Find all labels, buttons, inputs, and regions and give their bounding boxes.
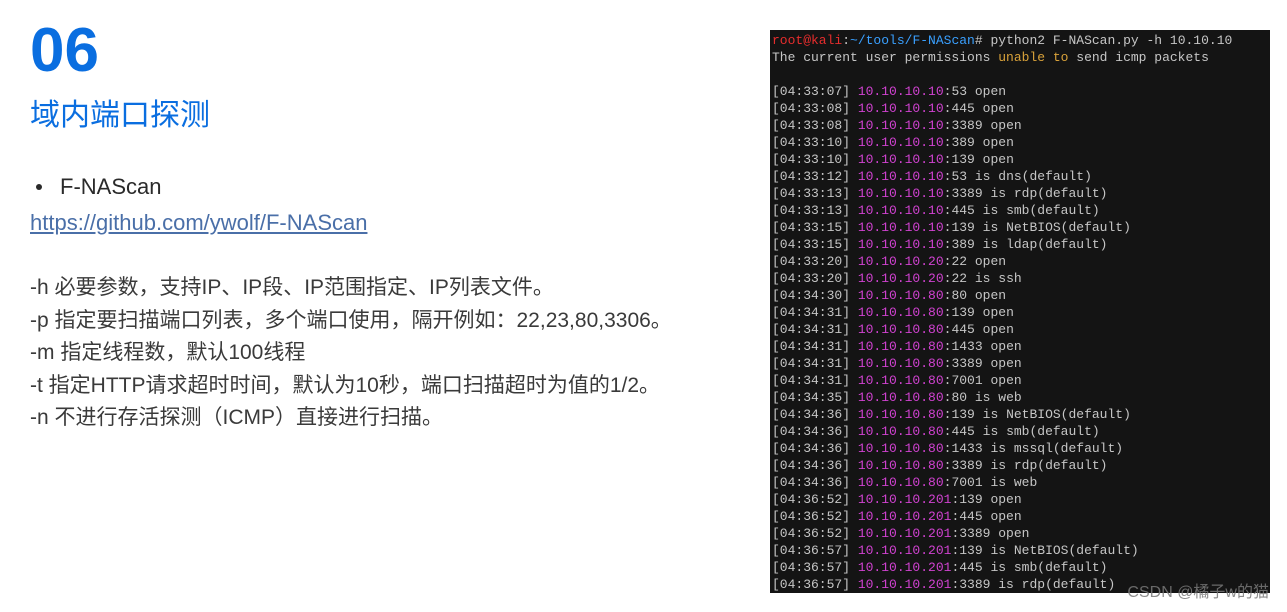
param-line: -n 不进行存活探测（ICMP）直接进行扫描。 [30,402,740,435]
tool-bullet: F-NAScan [30,174,740,200]
tool-link[interactable]: https://github.com/ywolf/F-NAScan [30,210,367,236]
tool-name: F-NAScan [60,174,161,200]
page-root: 06 域内端口探测 F-NAScan https://github.com/yw… [0,0,1287,612]
param-list: -h 必要参数，支持IP、IP段、IP范围指定、IP列表文件。-p 指定要扫描端… [30,272,740,435]
slide-content: 06 域内端口探测 F-NAScan https://github.com/yw… [0,0,770,612]
section-title: 域内端口探测 [30,90,740,134]
section-number: 06 [30,20,740,82]
terminal-output: root@kali:~/tools/F-NAScan# python2 F-NA… [770,30,1270,593]
bullet-icon [36,184,42,190]
param-line: -p 指定要扫描端口列表，多个端口使用，隔开例如：22,23,80,3306。 [30,305,740,338]
terminal-wrapper: root@kali:~/tools/F-NAScan# python2 F-NA… [770,0,1287,612]
param-line: -h 必要参数，支持IP、IP段、IP范围指定、IP列表文件。 [30,272,740,305]
param-line: -t 指定HTTP请求超时时间，默认为10秒，端口扫描超时为值的1/2。 [30,370,740,403]
watermark: CSDN @橘子w的猫 [1127,578,1269,602]
param-line: -m 指定线程数，默认100线程 [30,337,740,370]
